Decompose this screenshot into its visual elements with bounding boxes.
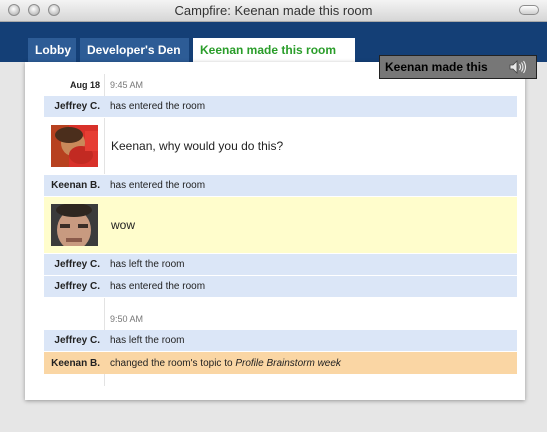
message-text: has entered the room [110, 180, 206, 191]
message-text: has entered the room [110, 101, 206, 112]
message-text: changed the room's topic to [110, 357, 233, 369]
message-row: Jeffrey C. has left the room [44, 254, 517, 276]
message-row: Jeffrey C. has left the room [44, 330, 517, 352]
tab-developers-den[interactable]: Developer's Den [80, 38, 189, 62]
tab-lobby[interactable]: Lobby [28, 38, 76, 62]
message-author: Keenan B. [51, 180, 100, 191]
message-text: has left the room [110, 335, 185, 346]
message-text: Keenan, why would you do this? [111, 139, 284, 153]
message-author: Jeffrey C. [54, 281, 100, 292]
message-row: Jeffrey C. has entered the room [44, 96, 517, 118]
message-row-highlighted: wow [44, 197, 517, 254]
message-text: wow [111, 218, 136, 232]
message-row: Keenan, why would you do this? [44, 118, 517, 175]
tab-keenan-made-this-room[interactable]: Keenan made this room [193, 38, 355, 62]
room-topic: Profile Brainstorm week [235, 357, 341, 369]
timestamp-row: 9:50 AM [44, 308, 517, 330]
toolbar-toggle-button[interactable] [519, 5, 539, 15]
message-list: Aug 18 9:45 AM Jeffrey C. has entered th… [44, 74, 517, 374]
message-text: has entered the room [110, 281, 206, 292]
message-author: Jeffrey C. [54, 259, 100, 270]
sound-notification[interactable]: Keenan made this [379, 55, 537, 79]
user-avatar[interactable] [51, 204, 98, 246]
window-title: Campfire: Keenan made this room [174, 3, 373, 18]
notification-text: Keenan made this [385, 60, 488, 74]
message-author: Jeffrey C. [54, 335, 100, 346]
timestamp-date: Aug 18 [69, 80, 100, 90]
user-avatar[interactable] [51, 125, 98, 167]
message-author: Jeffrey C. [54, 101, 100, 112]
timestamp-time: 9:50 AM [110, 314, 144, 324]
chat-transcript-panel: Aug 18 9:45 AM Jeffrey C. has entered th… [25, 62, 525, 400]
message-row: Keenan B. has entered the room [44, 175, 517, 197]
message-row: Jeffrey C. has entered the room [44, 276, 517, 298]
window-titlebar: Campfire: Keenan made this room [0, 0, 547, 22]
message-author: Keenan B. [51, 357, 100, 369]
timestamp-time: 9:45 AM [110, 80, 144, 90]
speaker-icon[interactable] [508, 59, 528, 75]
message-text: has left the room [110, 259, 185, 270]
topic-change-row: Keenan B. changed the room's topic to Pr… [44, 352, 517, 374]
